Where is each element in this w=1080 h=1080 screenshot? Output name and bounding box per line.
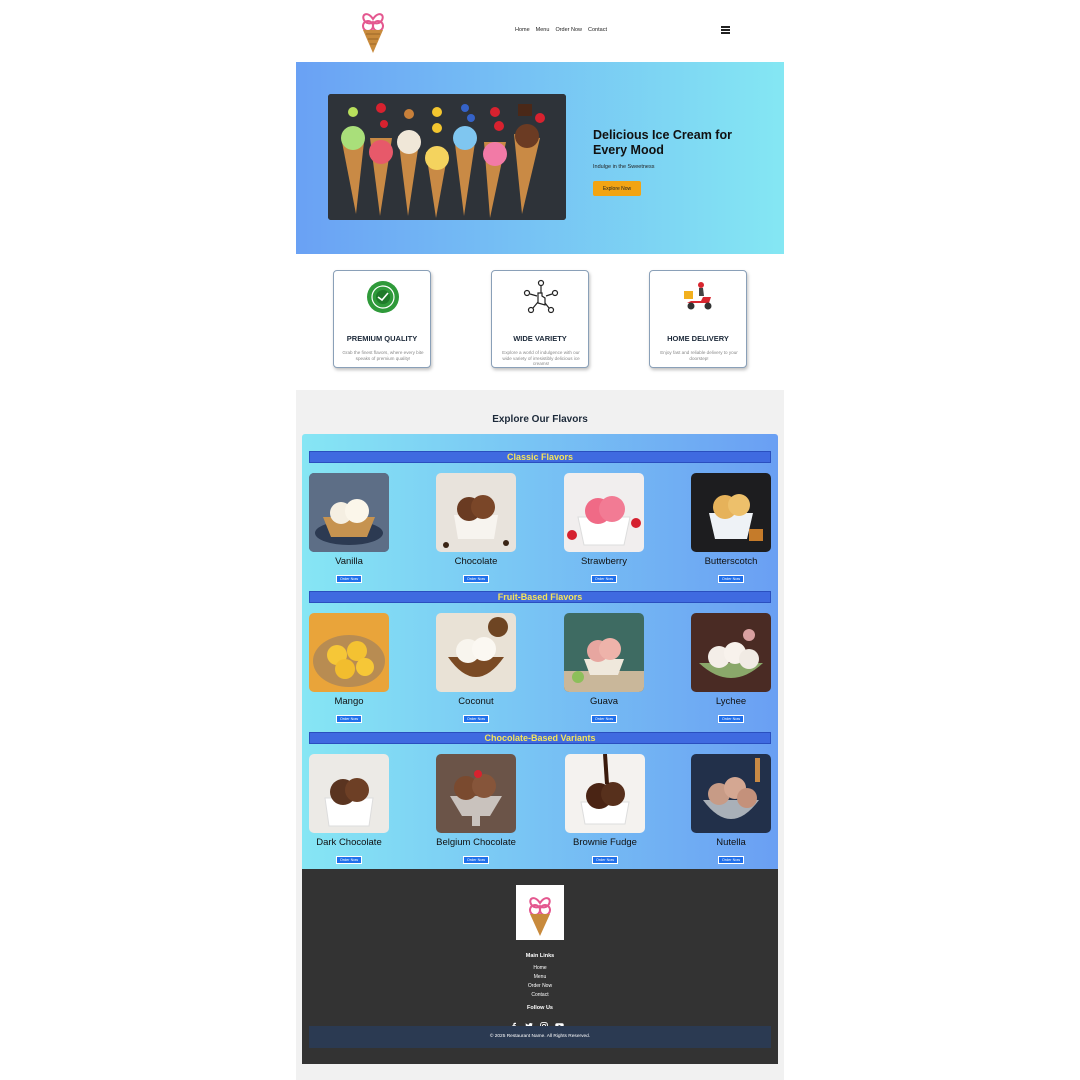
hero-title: Delicious Ice Cream for Every Mood (593, 128, 732, 157)
order-now-button[interactable]: Order Now (717, 715, 745, 723)
quality-badge-icon (367, 281, 399, 313)
order-now-button[interactable]: Order Now (335, 575, 363, 583)
social-icons (510, 1017, 564, 1030)
footer-links: Home Menu Order Now Contact (302, 965, 778, 1001)
footer-follow-title: Follow Us (527, 1005, 553, 1011)
feature-premium-quality: PREMIUM QUALITY Grab the finest flavors,… (333, 270, 431, 368)
category-classic-title: Classic Flavors (309, 451, 771, 463)
flavors-heading: Explore Our Flavors (492, 414, 588, 425)
feature-wide-variety: WIDE VARIETY Explore a world of indulgen… (491, 270, 589, 368)
mango-image (309, 613, 389, 692)
flavor-card-nutella: Nutella Order Now (690, 754, 772, 866)
flavor-name: Vanilla (335, 556, 363, 567)
order-now-button[interactable]: Order Now (717, 575, 745, 583)
instagram-icon[interactable] (540, 1017, 548, 1030)
ice-cream-cone-logo[interactable] (358, 5, 388, 55)
flavor-card-vanilla: Vanilla Order Now (308, 473, 390, 585)
flavor-name: Chocolate (454, 556, 498, 567)
belgium-chocolate-image (436, 754, 516, 833)
feature-text: Explore a world of indulgence with our w… (502, 350, 580, 366)
twitter-icon[interactable] (525, 1017, 533, 1030)
nutella-image (691, 754, 771, 833)
order-now-button[interactable]: Order Now (590, 715, 618, 723)
main-nav: Home Menu Order Now Contact (515, 27, 607, 33)
feature-home-delivery: HOME DELIVERY Enjoy fast and reliable de… (649, 270, 747, 368)
nav-menu[interactable]: Menu (536, 27, 550, 33)
footer-logo (516, 885, 564, 940)
flavor-name: Strawberry (581, 556, 627, 567)
nav-contact[interactable]: Contact (588, 27, 607, 33)
flavor-card-butterscotch: Butterscotch Order Now (690, 473, 772, 585)
category-fruit-title: Fruit-Based Flavors (309, 591, 771, 603)
hero-subtitle: Indulge in the Sweetness (593, 164, 655, 170)
hero-image (328, 94, 566, 220)
feature-title: PREMIUM QUALITY (346, 334, 418, 343)
flavor-name: Brownie Fudge (573, 837, 637, 848)
flavor-name: Butterscotch (704, 556, 758, 567)
lychee-image (691, 613, 771, 692)
flavor-card-belgium-chocolate: Belgium Chocolate Order Now (435, 754, 517, 866)
order-now-button[interactable]: Order Now (462, 715, 490, 723)
order-now-button[interactable]: Order Now (462, 575, 490, 583)
flavor-card-strawberry: Strawberry Order Now (563, 473, 645, 585)
flavor-name: Belgium Chocolate (436, 837, 516, 848)
page: Home Menu Order Now Contact Delicious Ic… (296, 0, 784, 1080)
youtube-icon[interactable] (555, 1017, 564, 1029)
flavor-card-chocolate: Chocolate Order Now (435, 473, 517, 585)
footer-link-contact[interactable]: Contact (302, 992, 778, 1001)
vanilla-image (309, 473, 389, 552)
hero-banner: Delicious Ice Cream for Every Mood Indul… (296, 62, 784, 254)
site-header: Home Menu Order Now Contact (296, 0, 784, 62)
flavor-card-lychee: Lychee Order Now (690, 613, 772, 725)
variety-network-icon (523, 279, 559, 314)
flavor-card-brownie-fudge: Brownie Fudge Order Now (564, 754, 646, 866)
order-now-button[interactable]: Order Now (462, 856, 490, 864)
order-now-button[interactable]: Order Now (591, 856, 619, 864)
hamburger-icon[interactable] (721, 26, 730, 34)
dark-chocolate-image (309, 754, 389, 833)
order-now-button[interactable]: Order Now (335, 856, 363, 864)
coconut-image (436, 613, 516, 692)
footer-link-home[interactable]: Home (302, 965, 778, 974)
footer-main-links-title: Main Links (525, 953, 555, 959)
feature-text: Enjoy fast and reliable delivery to your… (660, 350, 738, 361)
flavor-name: Dark Chocolate (316, 837, 382, 848)
footer-link-order-now[interactable]: Order Now (302, 983, 778, 992)
strawberry-image (564, 473, 644, 552)
flavor-name: Nutella (716, 837, 746, 848)
flavor-card-coconut: Coconut Order Now (435, 613, 517, 725)
footer-link-menu[interactable]: Menu (302, 974, 778, 983)
flavor-card-mango: Mango Order Now (308, 613, 390, 725)
flavor-name: Guava (590, 696, 618, 707)
flavors-panel: Classic Flavors Vanilla Order Now Chocol… (302, 434, 778, 870)
butterscotch-image (691, 473, 771, 552)
flavor-card-dark-chocolate: Dark Chocolate Order Now (308, 754, 390, 866)
flavor-name: Coconut (458, 696, 494, 707)
category-chocolate-title: Chocolate-Based Variants (309, 732, 771, 744)
chocolate-image (436, 473, 516, 552)
order-now-button[interactable]: Order Now (335, 715, 363, 723)
order-now-button[interactable]: Order Now (717, 856, 745, 864)
copyright-bar: © 2025 Restaurant Name. All Rights Reser… (309, 1026, 771, 1048)
order-now-button[interactable]: Order Now (590, 575, 618, 583)
ice-cream-cone-logo (529, 897, 551, 936)
explore-now-button[interactable]: Explore Now (593, 181, 641, 196)
brownie-fudge-image (565, 754, 645, 833)
flavor-name: Lychee (715, 696, 747, 707)
feature-title: WIDE VARIETY (513, 334, 567, 343)
delivery-scooter-icon (684, 282, 712, 310)
flavor-name: Mango (334, 696, 364, 707)
site-footer: Main Links Home Menu Order Now Contact F… (302, 869, 778, 1064)
nav-order-now[interactable]: Order Now (555, 27, 582, 33)
feature-text: Grab the finest flavors, where every bit… (342, 350, 424, 361)
nav-home[interactable]: Home (515, 27, 530, 33)
flavor-card-guava: Guava Order Now (563, 613, 645, 725)
guava-image (564, 613, 644, 692)
feature-title: HOME DELIVERY (667, 334, 729, 343)
facebook-icon[interactable] (510, 1017, 518, 1030)
